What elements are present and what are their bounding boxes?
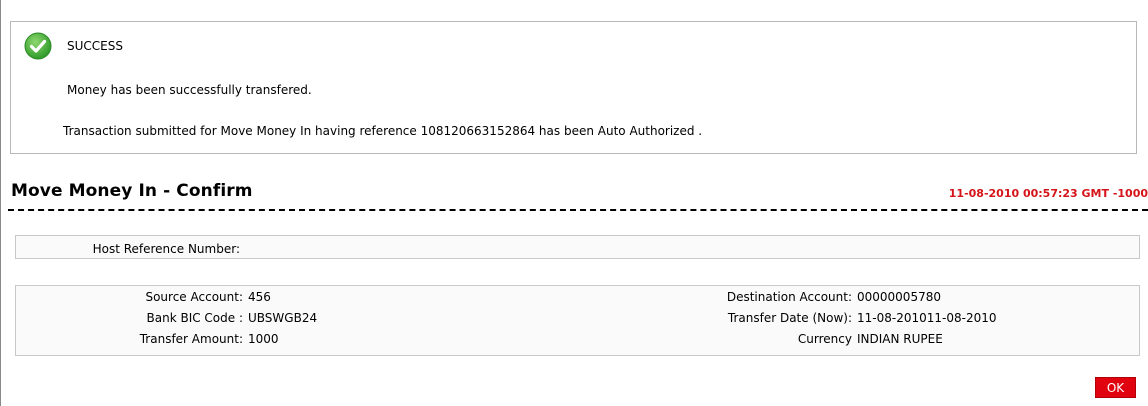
transfer-date-label: Transfer Date (Now): [727, 311, 852, 325]
host-reference-label: Host Reference Number: [92, 242, 240, 256]
alert-detail: Transaction submitted for Move Money In … [63, 124, 703, 138]
ok-button[interactable]: OK [1095, 377, 1136, 398]
page-title: Move Money In - Confirm [11, 181, 253, 201]
success-alert: SUCCESS Money has been successfully tran… [10, 21, 1137, 154]
detail-row: Source Account: 456 Destination Account:… [16, 290, 1139, 311]
transfer-date-value: 11-08-201011-08-2010 [857, 311, 997, 325]
currency-value: INDIAN RUPEE [857, 332, 943, 346]
transfer-details-panel: Source Account: 456 Destination Account:… [15, 285, 1140, 356]
timestamp: 11-08-2010 00:57:23 GMT -1000 [948, 187, 1148, 200]
left-border [0, 0, 1, 406]
title-divider [8, 209, 1148, 211]
currency-label: Currency [797, 332, 852, 346]
destination-account-value: 00000005780 [857, 290, 941, 304]
detail-row: Bank BIC Code : UBSWGB24 Transfer Date (… [16, 311, 1139, 332]
detail-row: Transfer Amount: 1000 Currency INDIAN RU… [16, 332, 1139, 353]
alert-title: SUCCESS [67, 39, 123, 53]
host-reference-panel: Host Reference Number: [15, 235, 1140, 259]
destination-account-label: Destination Account: [726, 290, 852, 304]
success-check-icon [24, 32, 52, 60]
alert-message: Money has been successfully transfered. [67, 83, 312, 97]
